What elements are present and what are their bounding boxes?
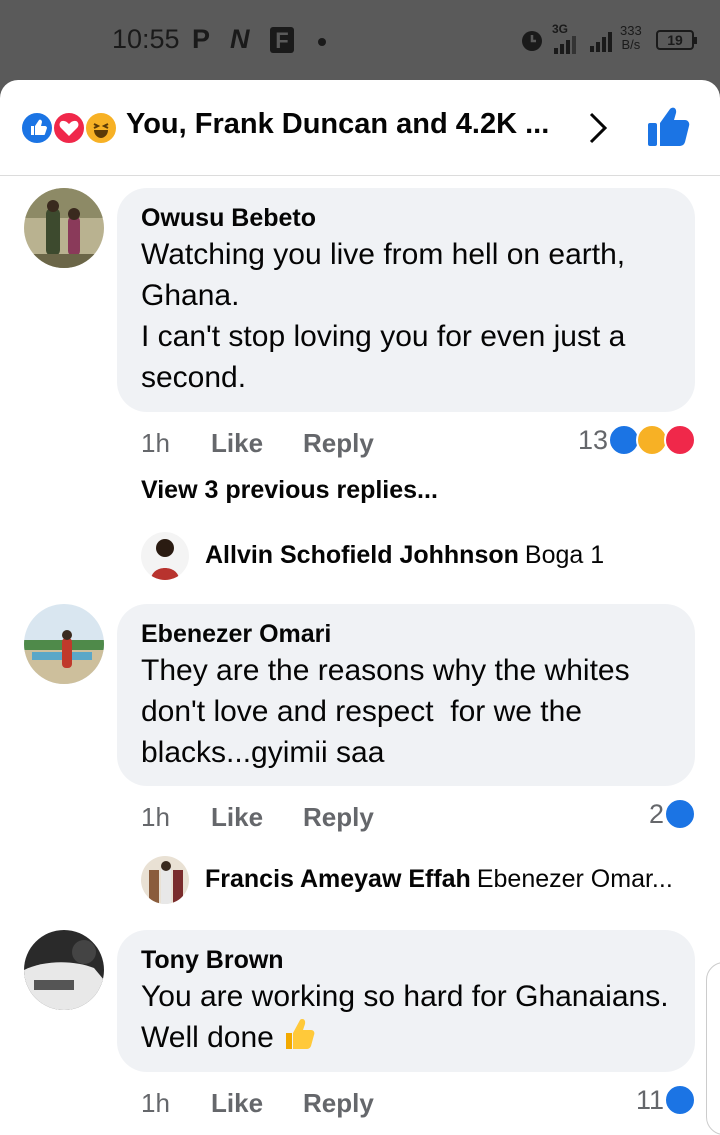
avatar[interactable]	[24, 930, 104, 1010]
love-icon	[664, 424, 696, 456]
reactors-text[interactable]: You, Frank Duncan and 4.2K ...	[126, 108, 549, 141]
comments-sheet: You, Frank Duncan and 4.2K ... Owusu Beb…	[0, 80, 720, 1135]
comment-bubble[interactable]: Tony Brown You are working so hard for G…	[117, 930, 695, 1072]
status-time: 10:55	[112, 24, 180, 54]
comment-author[interactable]: Owusu Bebeto	[141, 202, 671, 234]
comment-time[interactable]: 1h	[141, 802, 170, 833]
comment-text: You are working so hard for Ghanaians. W…	[141, 980, 677, 1054]
avatar[interactable]	[141, 856, 189, 904]
avatar[interactable]	[141, 532, 189, 580]
network-type: 3G	[552, 22, 569, 36]
comment-reactions[interactable]: 13	[578, 424, 696, 456]
comment-author[interactable]: Ebenezer Omari	[141, 618, 671, 650]
like-icon	[664, 798, 696, 830]
avatar[interactable]	[24, 188, 104, 268]
net-speed: 333 B/s	[620, 23, 642, 52]
more-notifications-dot	[318, 38, 326, 46]
reply-text: Ebenezer Omar...	[476, 865, 673, 893]
like-icon	[664, 1084, 696, 1116]
reply-text: Boga 1	[524, 541, 605, 569]
reaction-count: 13	[577, 424, 608, 455]
comment-text: Watching you live from hell on earth, Gh…	[141, 238, 626, 394]
like-button[interactable]: Like	[211, 428, 263, 459]
signal-icon-1	[554, 36, 576, 54]
avatar[interactable]	[24, 604, 104, 684]
like-button[interactable]: Like	[211, 1088, 263, 1119]
status-bar: 10:55 P N F 3G 333 B/s 19	[0, 0, 720, 80]
reply-button[interactable]: Reply	[303, 802, 374, 833]
comment-reactions[interactable]: 2	[649, 798, 696, 830]
reaction-count: 11	[635, 1084, 664, 1115]
comment-author[interactable]: Tony Brown	[141, 944, 671, 976]
reply-button[interactable]: Reply	[303, 1088, 374, 1119]
reaction-count: 2	[648, 798, 664, 829]
reactions-header[interactable]: You, Frank Duncan and 4.2K ...	[0, 80, 720, 176]
comment-text: They are the reasons why the whites don'…	[141, 654, 638, 769]
signal-icon-2	[590, 32, 612, 52]
like-button[interactable]: Like	[211, 802, 263, 833]
facebook-notification-icon: F	[270, 27, 294, 53]
reaction-summary[interactable]	[20, 111, 124, 145]
p-app-icon: P	[192, 24, 211, 54]
view-previous-replies[interactable]: View 3 previous replies...	[141, 476, 438, 505]
comment-reactions[interactable]: 11	[636, 1084, 696, 1116]
chevron-right-icon[interactable]	[584, 110, 612, 146]
like-icon	[20, 111, 54, 145]
thumbs-up-emoji-icon	[285, 1019, 315, 1049]
reply-button[interactable]: Reply	[303, 428, 374, 459]
comment-time[interactable]: 1h	[141, 428, 170, 459]
n-app-icon: N	[230, 24, 250, 54]
comment-bubble[interactable]: Ebenezer Omari They are the reasons why …	[117, 604, 695, 786]
alarm-icon	[522, 31, 542, 51]
like-thumb-icon[interactable]	[646, 106, 690, 148]
battery-indicator: 19	[656, 30, 697, 50]
love-icon	[52, 111, 86, 145]
haha-icon	[84, 111, 118, 145]
comment-time[interactable]: 1h	[141, 1088, 170, 1119]
floating-panel-edge	[706, 962, 720, 1135]
comment-bubble[interactable]: Owusu Bebeto Watching you live from hell…	[117, 188, 695, 412]
reply-author[interactable]: Francis Ameyaw Effah	[205, 865, 471, 893]
reply-author[interactable]: Allvin Schofield Johhnson	[205, 541, 519, 569]
